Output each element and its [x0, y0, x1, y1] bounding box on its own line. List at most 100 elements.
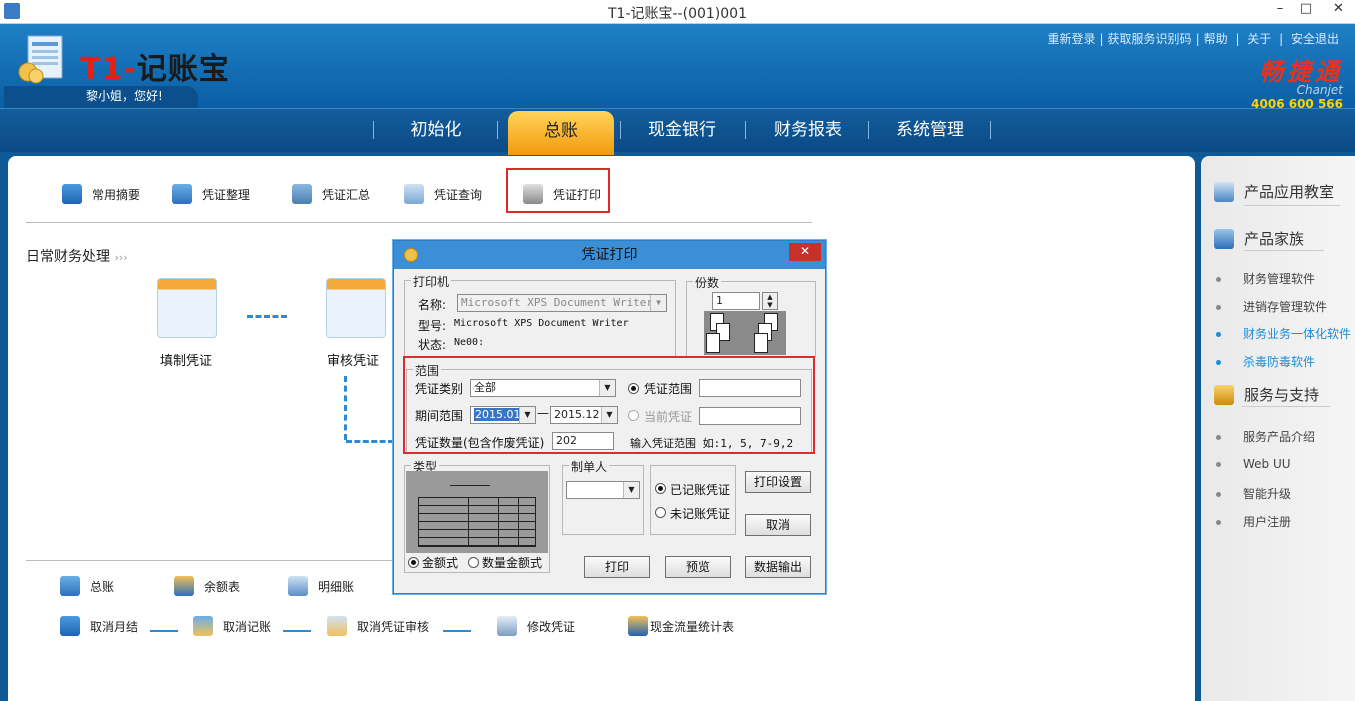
brand-logo: T1-记账宝: [80, 52, 230, 87]
highlight-box: [506, 168, 610, 213]
quick-detail-ledger[interactable]: 明细账: [288, 572, 354, 600]
quick-general-ledger[interactable]: 总账: [60, 572, 114, 600]
tab-cash-bank[interactable]: 现金银行: [632, 109, 732, 153]
relogin-link[interactable]: 重新登录: [1043, 32, 1099, 46]
flow-arrow: [346, 440, 394, 443]
service-code-link[interactable]: 获取服务识别码: [1104, 32, 1196, 46]
quick-cancel-posting[interactable]: 取消记账: [193, 612, 271, 640]
quick-modify-voucher[interactable]: 修改凭证: [497, 612, 575, 640]
quick-balance-sheet[interactable]: 余额表: [174, 572, 240, 600]
pencil-icon: [193, 616, 213, 636]
dialog-close-button[interactable]: ✕: [789, 243, 821, 261]
section-title: 日常财务处理 ›››: [26, 249, 128, 265]
toolbar-common-summary[interactable]: 常用摘要: [62, 180, 140, 208]
unposted-label: 未记账凭证: [670, 507, 731, 521]
posted-group: [650, 465, 736, 535]
toolbar-voucher-organize[interactable]: 凭证整理: [172, 180, 250, 208]
chevron-down-icon: ▼: [623, 482, 639, 498]
sidebar-item-integrated[interactable]: 财务业务一体化软件: [1216, 325, 1351, 342]
edit-document-icon: [497, 616, 517, 636]
top-links: 重新登录 | 获取服务识别码 | 帮助 | 关于 | 安全退出: [1043, 30, 1343, 47]
logo-icon: [14, 32, 70, 88]
preview-button[interactable]: 预览: [665, 556, 731, 578]
toolbar-voucher-summary[interactable]: 凭证汇总: [292, 180, 370, 208]
window-titlebar: T1-记账宝--(001)001 – □ ✕: [0, 0, 1355, 24]
review-voucher-icon[interactable]: [326, 278, 386, 338]
help-link[interactable]: 帮助: [1200, 32, 1232, 46]
tab-system[interactable]: 系统管理: [880, 109, 980, 153]
sidebar-item-antivirus[interactable]: 杀毒防毒软件: [1216, 353, 1315, 370]
maximize-button[interactable]: □: [1296, 0, 1316, 20]
sidebar-item-upgrade[interactable]: 智能升级: [1216, 485, 1291, 502]
printer-status-value: Ne00:: [454, 337, 485, 348]
divider: [26, 222, 812, 223]
flow-arrow: [443, 630, 471, 632]
classroom-icon: [1214, 181, 1234, 202]
collate-preview: [704, 311, 786, 355]
maker-group: 制单人: [562, 458, 644, 535]
calendar-icon: [62, 184, 82, 204]
minimize-button[interactable]: –: [1270, 0, 1290, 20]
sidebar-item-service-intro[interactable]: 服务产品介绍: [1216, 428, 1315, 445]
sidebar-item-register[interactable]: 用户注册: [1216, 513, 1291, 530]
sidebar-item-webuu[interactable]: Web UU: [1216, 457, 1291, 471]
balance-icon: [174, 576, 194, 596]
sidebar-item-finance[interactable]: 财务管理软件: [1216, 270, 1315, 287]
sidebar-family[interactable]: 产品家族: [1214, 228, 1304, 249]
divider: [1244, 205, 1340, 206]
tab-reports[interactable]: 财务报表: [758, 109, 858, 153]
detail-icon: [288, 576, 308, 596]
amount-type-radio[interactable]: [408, 557, 419, 568]
greeting: 黎小姐，您好!: [4, 86, 198, 108]
chanjet-logo: 畅捷通 Chanjet 4006 600 566: [1251, 58, 1343, 111]
toolbar-voucher-query[interactable]: 凭证查询: [404, 180, 482, 208]
magnifier-icon: [404, 184, 424, 204]
cancel-button[interactable]: 取消: [745, 514, 811, 536]
posted-radio[interactable]: [655, 483, 666, 494]
copies-input[interactable]: 1: [712, 292, 760, 310]
divider: [1242, 406, 1330, 407]
printer-name-label: 名称:: [418, 298, 447, 312]
quick-cancel-month-close[interactable]: 取消月结: [60, 612, 138, 640]
flow-arrow: [283, 630, 311, 632]
flow-arrow: [247, 315, 287, 318]
calendar-icon: [60, 616, 80, 636]
box-icon: [1214, 228, 1234, 249]
quick-cashflow-stats[interactable]: 现金流量统计表: [628, 612, 734, 640]
chevron-down-icon: ▼: [650, 295, 666, 311]
about-link[interactable]: 关于: [1243, 32, 1275, 46]
maker-select[interactable]: ▼: [566, 481, 640, 499]
coins-icon: [404, 248, 418, 262]
fill-voucher-label[interactable]: 填制凭证: [160, 350, 212, 369]
tab-general-ledger[interactable]: 总账: [508, 111, 614, 155]
document-stack-icon: [172, 184, 192, 204]
divider: [1244, 250, 1324, 251]
tab-init[interactable]: 初始化: [388, 109, 484, 153]
quick-cancel-review[interactable]: 取消凭证审核: [327, 612, 429, 640]
close-window-button[interactable]: ✕: [1322, 0, 1355, 20]
print-setup-button[interactable]: 打印设置: [745, 471, 811, 493]
copies-spinner[interactable]: ▲ ▼: [762, 292, 778, 310]
divider: [26, 560, 396, 561]
window-title: T1-记账宝--(001)001: [608, 6, 747, 22]
print-button[interactable]: 打印: [584, 556, 650, 578]
unposted-radio[interactable]: [655, 507, 666, 518]
review-voucher-label[interactable]: 审核凭证: [327, 350, 379, 369]
app-header: T1-记账宝 黎小姐，您好! 重新登录 | 获取服务识别码 | 帮助 | 关于 | 安全…: [0, 24, 1355, 111]
ledger-icon: [60, 576, 80, 596]
sidebar-service[interactable]: 服务与支持: [1214, 384, 1319, 405]
summary-icon: [292, 184, 312, 204]
fill-voucher-icon[interactable]: [157, 278, 217, 338]
print-voucher-dialog: 凭证打印 ✕ 打印机 名称: Microsoft XPS Document Wr…: [393, 240, 826, 594]
export-button[interactable]: 数据输出: [745, 556, 811, 578]
sidebar-classroom[interactable]: 产品应用教室: [1214, 181, 1334, 202]
service-icon: [1214, 384, 1234, 405]
highlight-box: [403, 356, 815, 454]
sidebar-item-inventory[interactable]: 进销存管理软件: [1216, 298, 1327, 315]
qty-amount-type-radio[interactable]: [468, 557, 479, 568]
printer-name-select[interactable]: Microsoft XPS Document Writer ▼: [457, 294, 667, 312]
printer-status-label: 状态:: [418, 338, 447, 352]
voucher-template-preview: [406, 471, 548, 553]
logout-link[interactable]: 安全退出: [1287, 32, 1343, 46]
posted-label: 已记账凭证: [670, 483, 731, 497]
